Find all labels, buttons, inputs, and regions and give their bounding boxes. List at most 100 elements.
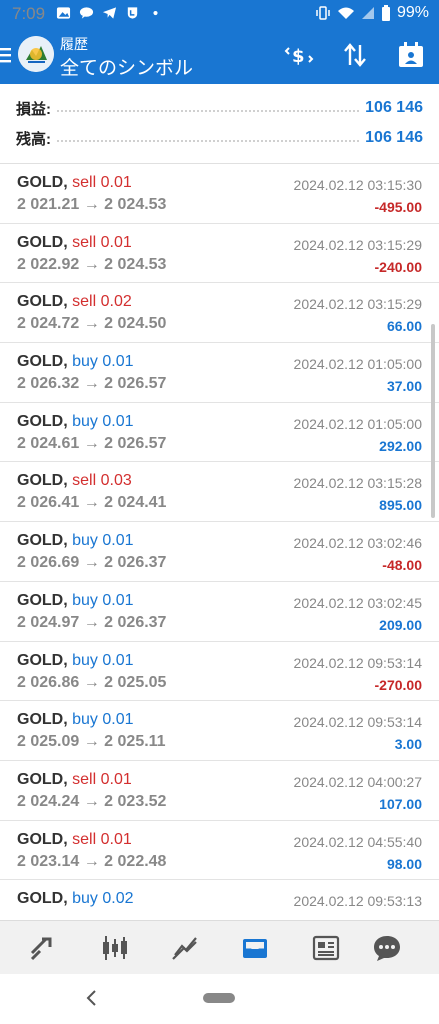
scrollbar[interactable] bbox=[431, 324, 435, 518]
trade-symbol: GOLD, bbox=[17, 174, 68, 191]
trade-side: buy bbox=[72, 353, 98, 371]
trade-profit: -495.00 bbox=[374, 199, 422, 215]
history-icon[interactable] bbox=[240, 933, 270, 963]
trade-time: 2024.02.12 03:15:29 bbox=[293, 236, 422, 253]
balance-value: 106 146 bbox=[365, 129, 423, 146]
trade-row[interactable]: GOLD, buy 0.01 2 025.09 → 2 025.11 2024.02… bbox=[0, 701, 439, 761]
balance-label: 残高: bbox=[16, 130, 51, 148]
trade-prices: 2 025.09 → 2 025.11 bbox=[17, 733, 166, 751]
trade-symbol-line: GOLD, sell 0.03 bbox=[17, 472, 132, 490]
trade-time: 2024.02.12 03:02:45 bbox=[293, 594, 422, 611]
trade-side: buy bbox=[72, 711, 98, 729]
trade-time: 2024.02.12 04:55:40 bbox=[293, 833, 422, 850]
trade-profit: 66.00 bbox=[386, 318, 422, 335]
trade-symbol: GOLD, bbox=[17, 890, 68, 908]
trade-volume: 0.02 bbox=[102, 890, 134, 908]
sort-icon[interactable] bbox=[340, 40, 370, 70]
trade-side: buy bbox=[72, 890, 98, 908]
trade-time: 2024.02.12 03:02:46 bbox=[293, 535, 422, 552]
trade-side: sell bbox=[72, 770, 97, 788]
deposit-filter-icon[interactable]: $ bbox=[284, 40, 314, 70]
status-bar: 7:09 99% bbox=[0, 0, 439, 28]
trade-volume: 0.03 bbox=[100, 472, 132, 490]
trade-list[interactable]: GOLD, sell 0.01 2 021.21 → 2 024.53 2024.0… bbox=[0, 164, 439, 920]
trade-profit: 37.00 bbox=[386, 378, 422, 395]
trade-row[interactable]: GOLD, sell 0.01 2 024.24 → 2 023.52 2024.0… bbox=[0, 761, 439, 821]
trade-profit: 895.00 bbox=[379, 497, 422, 514]
trade-row[interactable]: GOLD, buy 0.01 2 026.86 → 2 025.05 2024.02… bbox=[0, 642, 439, 702]
trade-symbol: GOLD, bbox=[17, 532, 68, 550]
trade-side: sell bbox=[72, 174, 97, 191]
trade-volume: 0.02 bbox=[100, 293, 132, 311]
trade-symbol-line: GOLD, buy 0.01 bbox=[17, 413, 134, 431]
trade-symbol: GOLD, bbox=[17, 711, 68, 729]
trade-row[interactable]: GOLD, buy 0.01 2 026.69 → 2 026.37 2024.02… bbox=[0, 522, 439, 582]
trade-row[interactable]: GOLD, sell 0.01 2 021.21 → 2 024.53 2024.0… bbox=[0, 164, 439, 224]
trade-time: 2024.02.12 01:05:00 bbox=[293, 415, 422, 432]
trade-symbol: GOLD, bbox=[17, 353, 68, 371]
news-icon[interactable] bbox=[311, 933, 341, 963]
battery-percent: 99% bbox=[396, 4, 429, 21]
chat-icon[interactable] bbox=[372, 933, 402, 963]
trade-profit: -48.00 bbox=[382, 557, 422, 574]
trade-time: 2024.02.12 03:15:30 bbox=[293, 177, 422, 193]
trade-row[interactable]: GOLD, sell 0.02 2 024.72 → 2 024.50 2024.0… bbox=[0, 283, 439, 344]
trade-volume: 0.01 bbox=[100, 830, 132, 848]
trade-volume: 0.01 bbox=[102, 353, 134, 371]
trade-symbol: GOLD, bbox=[17, 233, 68, 251]
trade-symbol-line: GOLD, sell 0.01 bbox=[17, 771, 132, 789]
page-title[interactable]: 全てのシンボル bbox=[60, 53, 193, 80]
trade-time: 2024.02.12 04:00:27 bbox=[293, 773, 422, 790]
trade-icon[interactable] bbox=[170, 933, 200, 963]
trade-symbol: GOLD, bbox=[17, 472, 68, 490]
signal-icon bbox=[361, 7, 374, 19]
quotes-icon[interactable] bbox=[28, 933, 58, 963]
trade-time: 2024.02.12 03:15:28 bbox=[293, 475, 422, 492]
trade-symbol: GOLD, bbox=[17, 770, 68, 788]
trade-volume: 0.01 bbox=[100, 233, 132, 251]
trade-volume: 0.01 bbox=[100, 770, 132, 788]
trade-symbol-line: GOLD, sell 0.01 bbox=[17, 234, 132, 252]
trade-prices: 2 026.41 → 2 024.41 bbox=[17, 494, 167, 512]
trade-profit: 292.00 bbox=[379, 437, 422, 454]
trade-symbol-line: GOLD, sell 0.01 bbox=[17, 174, 132, 192]
dotted-leader bbox=[57, 104, 360, 112]
telegram-icon bbox=[102, 7, 117, 19]
trade-time: 2024.02.12 09:53:13 bbox=[293, 893, 422, 910]
trade-side: sell bbox=[72, 293, 97, 311]
trade-volume: 0.01 bbox=[102, 591, 134, 609]
trade-symbol-line: GOLD, buy 0.01 bbox=[17, 353, 134, 371]
trade-symbol-line: GOLD, buy 0.01 bbox=[17, 532, 134, 550]
trade-symbol: GOLD, bbox=[17, 293, 68, 311]
trade-row[interactable]: GOLD, buy 0.01 2 024.61 → 2 026.57 2024.02… bbox=[0, 403, 439, 463]
trade-volume: 0.01 bbox=[102, 532, 134, 550]
menu-icon[interactable] bbox=[0, 45, 14, 65]
trade-row[interactable]: GOLD, sell 0.03 2 026.41 → 2 024.41 2024.0… bbox=[0, 462, 439, 523]
trade-prices: 2 023.14 → 2 022.48 bbox=[17, 852, 167, 870]
chart-icon[interactable] bbox=[100, 933, 130, 963]
home-pill[interactable] bbox=[203, 993, 235, 1003]
trade-row[interactable]: GOLD, sell 0.01 2 022.92 → 2 024.53 2024.0… bbox=[0, 224, 439, 284]
trade-prices: 2 026.32 → 2 026.57 bbox=[17, 375, 167, 393]
trade-time: 2024.02.12 01:05:00 bbox=[293, 356, 422, 373]
trade-profit: 209.00 bbox=[379, 616, 422, 633]
trade-time: 2024.02.12 09:53:14 bbox=[293, 714, 422, 731]
back-icon[interactable] bbox=[84, 988, 100, 1008]
app-bar: 履歴 全てのシンボル $ bbox=[0, 28, 439, 84]
trade-symbol: GOLD, bbox=[17, 830, 68, 848]
status-right: 99% bbox=[315, 4, 429, 22]
trade-row[interactable]: GOLD, buy 0.01 2 024.97 → 2 026.37 2024.02… bbox=[0, 582, 439, 642]
trade-symbol-line: GOLD, sell 0.01 bbox=[17, 831, 132, 849]
app-logo-icon bbox=[18, 36, 54, 72]
trade-prices: 2 024.61 → 2 026.57 bbox=[17, 434, 167, 452]
trade-row[interactable]: GOLD, sell 0.01 2 023.14 → 2 022.48 2024.0… bbox=[0, 821, 439, 881]
trade-row[interactable]: GOLD, buy 0.01 2 026.32 → 2 026.57 2024.02… bbox=[0, 343, 439, 403]
profit-row: 損益: 106 146 bbox=[16, 96, 423, 120]
trade-row[interactable]: GOLD, buy 0.02 2024.02.12 09:53:13 bbox=[0, 880, 439, 920]
trade-time: 2024.02.12 09:53:14 bbox=[293, 654, 422, 671]
trade-symbol: GOLD, bbox=[17, 651, 68, 669]
summary-panel: 損益: 106 146 残高: 106 146 bbox=[0, 84, 439, 164]
trade-prices: 2 024.97 → 2 026.37 bbox=[17, 613, 167, 631]
calendar-icon[interactable] bbox=[396, 40, 426, 70]
trade-prices: 2 024.24 → 2 023.52 bbox=[17, 792, 167, 810]
